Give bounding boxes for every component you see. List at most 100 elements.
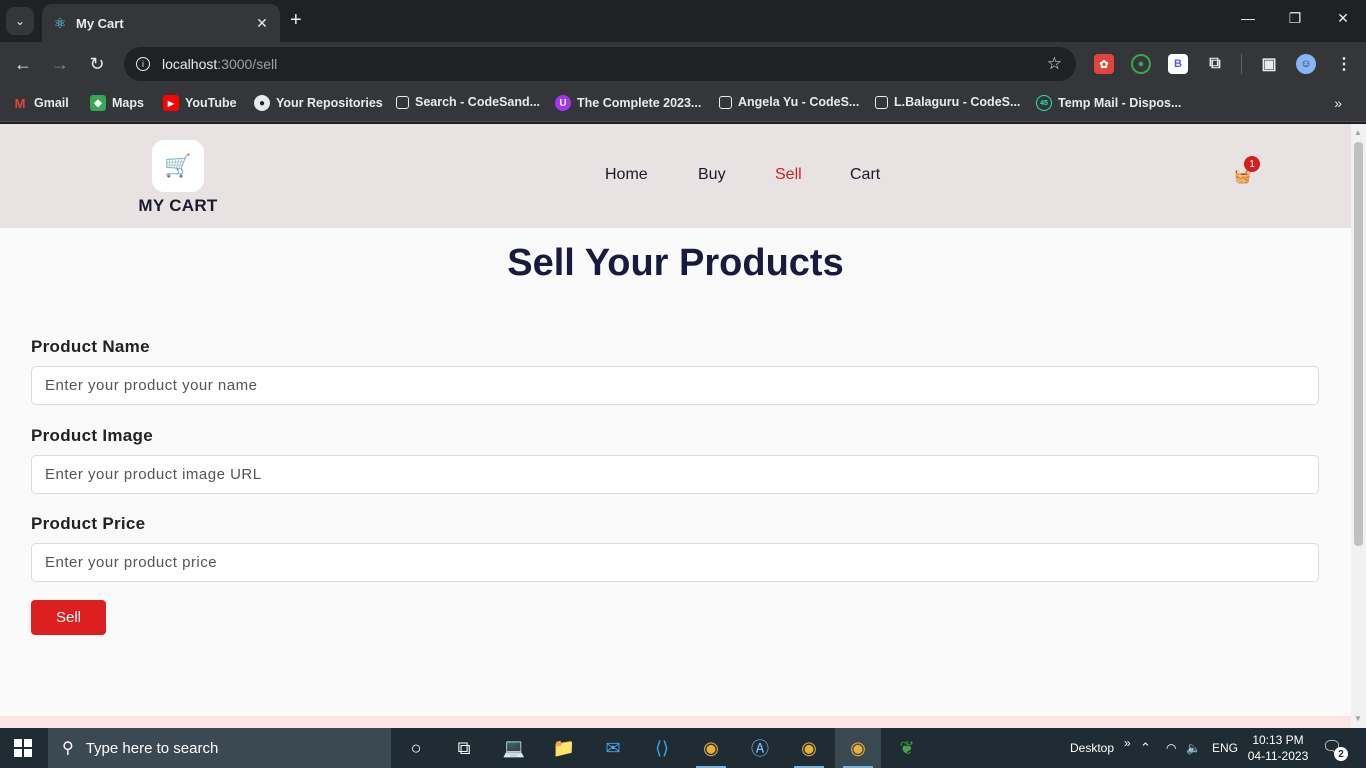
cortana-icon[interactable]: ○ <box>393 728 439 768</box>
site-header: 🛒 MY CART Home Buy Sell Cart 🧺 1 <box>0 124 1351 228</box>
github-icon: ● <box>254 95 270 111</box>
bookmark-gmail[interactable]: M Gmail <box>12 95 69 111</box>
bookmark-your-repositories[interactable]: ● Your Repositories <box>254 95 383 111</box>
product-price-input[interactable] <box>31 543 1319 582</box>
cart-count-badge: 1 <box>1244 156 1260 172</box>
volume-icon[interactable]: 🔈 <box>1186 728 1201 768</box>
maps-icon: ◆ <box>90 95 106 111</box>
bookmark-label: Search - CodeSand... <box>415 95 541 109</box>
sell-button[interactable]: Sell <box>31 600 106 635</box>
side-panel-icon[interactable]: ▣ <box>1259 54 1279 74</box>
vscode-icon[interactable]: ⟨⟩ <box>639 728 685 768</box>
more-bookmarks-chevron[interactable]: » <box>1334 95 1342 111</box>
scrollbar-thumb[interactable] <box>1354 142 1363 546</box>
bookmark-l-balaguru[interactable]: L.Balaguru - CodeS... <box>875 95 1020 109</box>
product-name-label: Product Name <box>31 337 150 356</box>
extension-green-icon[interactable]: ● <box>1131 54 1151 74</box>
bookmark-maps[interactable]: ◆ Maps <box>90 95 144 111</box>
page-scrollbar[interactable]: ▲ ▼ <box>1351 124 1366 728</box>
nav-buy[interactable]: Buy <box>698 166 726 184</box>
menu-kebab-icon[interactable]: ⋮ <box>1334 54 1354 74</box>
scroll-down-icon[interactable]: ▼ <box>1354 714 1362 723</box>
codesandbox-icon <box>875 95 888 109</box>
profile-avatar-icon[interactable]: ☺ <box>1296 54 1316 74</box>
clock[interactable]: 10:13 PM 04-11-2023 <box>1245 732 1311 764</box>
bookmark-temp-mail[interactable]: 45 Temp Mail - Dispos... <box>1036 95 1181 111</box>
chevron-down-icon: ⌄ <box>14 14 26 28</box>
chrome-active-icon[interactable]: ◉ <box>835 728 881 768</box>
clock-date: 04-11-2023 <box>1247 749 1309 763</box>
bookmark-label: Temp Mail - Dispos... <box>1058 96 1182 110</box>
app-a-icon[interactable]: Ⓐ <box>737 728 783 768</box>
bookmark-label: The Complete 2023... <box>577 96 702 110</box>
clock-time: 10:13 PM <box>1252 733 1304 747</box>
site-info-icon[interactable]: i <box>136 57 150 71</box>
product-price-label: Product Price <box>31 514 146 533</box>
bookmark-the-complete-2023[interactable]: U The Complete 2023... <box>555 95 701 111</box>
taskbar-search-placeholder: Type here to search <box>85 739 219 757</box>
network-icon[interactable]: ◠ <box>1166 728 1176 768</box>
footer-strip <box>0 716 1351 728</box>
reload-icon[interactable]: ↻ <box>86 54 108 74</box>
bookmark-label: YouTube <box>185 96 237 110</box>
tab-title: My Cart <box>76 15 124 31</box>
mongodb-icon[interactable]: ❦ <box>884 728 930 768</box>
page-viewport: 🛒 MY CART Home Buy Sell Cart 🧺 1 Sell Yo… <box>0 124 1366 728</box>
desktop-label: Desktop <box>1070 741 1115 755</box>
react-icon: ⚛ <box>53 15 67 31</box>
notification-count-badge: 2 <box>1334 747 1348 761</box>
logo-text: MY CART <box>138 196 218 215</box>
browser-tabstrip: ⌄ ⚛ My Cart ✕ + — ❐ ✕ <box>0 0 1366 42</box>
product-name-input[interactable] <box>31 366 1319 405</box>
codesandbox-icon <box>719 95 732 109</box>
minimize-icon[interactable]: — <box>1238 10 1258 26</box>
extension-b-icon[interactable]: B <box>1168 54 1188 74</box>
codesandbox-icon <box>396 95 409 109</box>
task-view-icon[interactable]: ⧉ <box>441 728 487 768</box>
extensions-puzzle-icon[interactable]: ⧉ <box>1205 54 1225 74</box>
close-tab-icon[interactable]: ✕ <box>254 15 270 32</box>
new-tab-button[interactable]: + <box>290 9 302 31</box>
bookmark-star-icon[interactable]: ☆ <box>1047 54 1062 74</box>
laptop-app-icon[interactable]: 💻 <box>491 728 537 768</box>
restore-icon[interactable]: ❐ <box>1285 10 1305 27</box>
file-explorer-icon[interactable]: 📁 <box>541 728 587 768</box>
bookmark-angela-yu[interactable]: Angela Yu - CodeS... <box>719 95 859 109</box>
url-path: :3000/sell <box>217 56 278 72</box>
chrome-icon[interactable]: ◉ <box>688 728 734 768</box>
windows-start-icon[interactable] <box>14 739 32 757</box>
bookmark-label: Gmail <box>34 96 69 110</box>
extension-red-icon[interactable]: ✿ <box>1094 54 1114 74</box>
desktop-toolbar[interactable]: Desktop » <box>1070 728 1131 768</box>
bookmark-youtube[interactable]: ▶ YouTube <box>163 95 237 111</box>
nav-home[interactable]: Home <box>605 166 648 184</box>
mail-icon[interactable]: ✉ <box>590 728 636 768</box>
bookmark-codesandbox-search[interactable]: Search - CodeSand... <box>396 95 540 109</box>
tempmail-icon: 45 <box>1036 95 1052 111</box>
toolbar-divider <box>1241 54 1242 74</box>
tray-overflow-icon[interactable]: ⌃ <box>1140 728 1151 768</box>
site-logo[interactable]: 🛒 MY CART <box>138 140 218 216</box>
windows-taskbar: ⚲ Type here to search ○ ⧉ 💻 📁 ✉ ⟨⟩ ◉ Ⓐ ◉… <box>0 728 1366 768</box>
bookmarks-bar: M Gmail ◆ Maps ▶ YouTube ● Your Reposito… <box>0 86 1366 122</box>
url-host: localhost <box>162 56 218 72</box>
back-arrow-icon[interactable]: ← <box>12 54 34 74</box>
close-window-icon[interactable]: ✕ <box>1333 10 1353 27</box>
nav-cart[interactable]: Cart <box>850 166 880 184</box>
scroll-up-icon[interactable]: ▲ <box>1354 128 1362 137</box>
bookmark-label: Angela Yu - CodeS... <box>738 95 860 109</box>
nav-sell[interactable]: Sell <box>775 166 802 184</box>
taskbar-search-box[interactable]: ⚲ Type here to search <box>48 728 391 768</box>
product-image-label: Product Image <box>31 426 153 445</box>
language-indicator[interactable]: ENG <box>1212 728 1238 768</box>
bookmark-label: Maps <box>112 96 144 110</box>
active-tab[interactable]: ⚛ My Cart ✕ <box>42 4 280 42</box>
product-image-input[interactable] <box>31 455 1319 494</box>
address-bar[interactable]: i localhost:3000/sell ☆ <box>124 47 1076 81</box>
desktop-chevron: » <box>1124 736 1131 750</box>
chrome-profile-icon[interactable]: ◉ <box>786 728 832 768</box>
bookmark-label: L.Balaguru - CodeS... <box>894 95 1021 109</box>
tab-search-button[interactable]: ⌄ <box>6 7 34 35</box>
forward-arrow-icon[interactable]: → <box>49 54 71 74</box>
udemy-icon: U <box>555 95 571 111</box>
